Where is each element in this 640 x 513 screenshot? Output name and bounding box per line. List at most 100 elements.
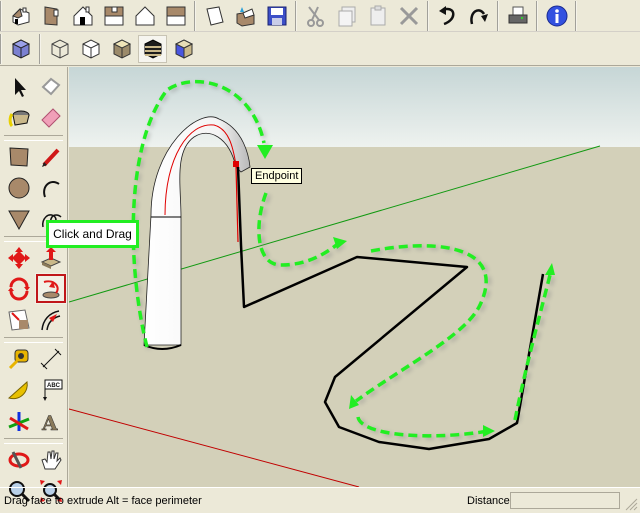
offset-icon [8,308,30,331]
dimension-icon [40,348,62,369]
drawing-viewport[interactable]: Endpoint [69,67,640,487]
erase-button[interactable] [394,2,423,30]
endpoint-tooltip: Endpoint [251,168,303,184]
back-view-icon [135,5,154,25]
wireframe-cube-icon [51,39,68,59]
rectangle-icon [9,146,29,167]
polygon-tool[interactable] [3,203,35,234]
line-tool[interactable] [35,141,67,172]
undo-button[interactable] [433,2,462,30]
3d-text-icon: A [41,410,59,433]
paint-bucket-tool[interactable] [3,102,35,133]
sketchup-window: ABC A Endpoint Click and Drag Drag face … [0,0,640,513]
distance-input[interactable] [510,492,620,509]
shaded-cube-icon [112,39,131,59]
new-button[interactable] [200,2,229,30]
pencil-icon [42,148,60,167]
offset-tool[interactable] [3,304,35,335]
views-toolbar [0,0,194,31]
make-component-tool[interactable] [35,71,67,102]
open-folder-icon [236,6,255,27]
textured-cube-icon [144,39,161,59]
new-document-icon [205,5,224,26]
orbit-tool[interactable] [3,444,35,475]
follow-me-icon [42,279,60,298]
axes-icon [8,411,30,431]
back-view-button[interactable] [130,2,159,30]
xray-button[interactable] [6,35,35,63]
protractor-tool[interactable] [3,374,35,405]
shaded-button[interactable] [107,35,136,63]
wireframe-button[interactable] [45,35,74,63]
select-tool[interactable] [3,71,35,102]
distance-label: Distance [467,495,510,507]
redo-icon [469,8,488,24]
move-tool[interactable] [3,242,35,273]
shaded-textures-button[interactable] [138,35,167,63]
scissors-icon [306,5,324,27]
move-arrows-icon [8,246,30,269]
save-button[interactable] [262,2,291,30]
file-toolbar [194,0,295,31]
endpoint-marker [233,161,239,167]
front-view-button[interactable] [68,2,97,30]
print-button[interactable] [503,2,532,30]
rotate-tool[interactable] [3,273,35,304]
text-tool[interactable]: ABC [35,374,67,405]
delete-x-icon [399,6,418,25]
paint-bucket-icon [8,110,30,127]
rectangle-tool[interactable] [3,141,35,172]
click-and-drag-callout: Click and Drag [46,220,139,248]
main-toolbar [0,0,640,32]
3d-text-tool[interactable]: A [35,405,67,436]
iso-view-button[interactable] [6,2,35,30]
print-toolbar [497,0,536,31]
open-button[interactable] [231,2,260,30]
info-icon [546,5,567,26]
left-view-button[interactable] [161,2,190,30]
paste-button[interactable] [363,2,392,30]
right-view-button[interactable] [37,2,66,30]
copy-button[interactable] [332,2,361,30]
xray-cube-icon [11,39,30,59]
arc-icon [43,180,60,197]
history-toolbar [427,0,497,31]
scale-tool[interactable] [35,304,67,335]
triangle-polygon-icon [8,210,30,230]
pan-tool[interactable] [35,444,67,475]
eraser-tool[interactable] [35,102,67,133]
iso-house-icon [11,7,29,26]
follow-me-tool[interactable] [35,273,67,304]
cut-button[interactable] [301,2,330,30]
orbit-icon [8,450,30,469]
edit-toolbar [295,0,427,31]
arc-tool[interactable] [35,172,67,203]
left-view-icon [166,6,185,25]
circle-tool[interactable] [3,172,35,203]
dimension-tool[interactable] [35,343,67,374]
scene-canvas [69,67,640,487]
top-view-button[interactable] [99,2,128,30]
arrow-cursor-icon [15,77,26,97]
push-pull-icon [40,246,62,269]
face-style-toolbar [0,33,640,66]
redo-button[interactable] [464,2,493,30]
rotate-icon [8,277,30,300]
floppy-disk-icon [267,6,286,25]
circle-icon [8,177,30,198]
protractor-icon [8,380,28,399]
hidden-line-button[interactable] [76,35,105,63]
status-bar: Drag face to extrude Alt = face perimete… [0,487,640,513]
tape-measure-tool[interactable] [3,343,35,374]
top-view-icon [104,6,123,25]
paste-icon [370,5,385,25]
status-message: Drag face to extrude Alt = face perimete… [4,495,202,507]
copy-icon [338,6,355,26]
resize-grip-icon[interactable] [624,497,638,511]
model-info-button[interactable] [542,2,571,30]
hidden-line-cube-icon [82,39,99,59]
monochrome-button[interactable] [169,35,198,63]
svg-text:A: A [41,411,58,433]
axes-tool[interactable] [3,405,35,436]
tape-measure-icon [8,349,29,369]
